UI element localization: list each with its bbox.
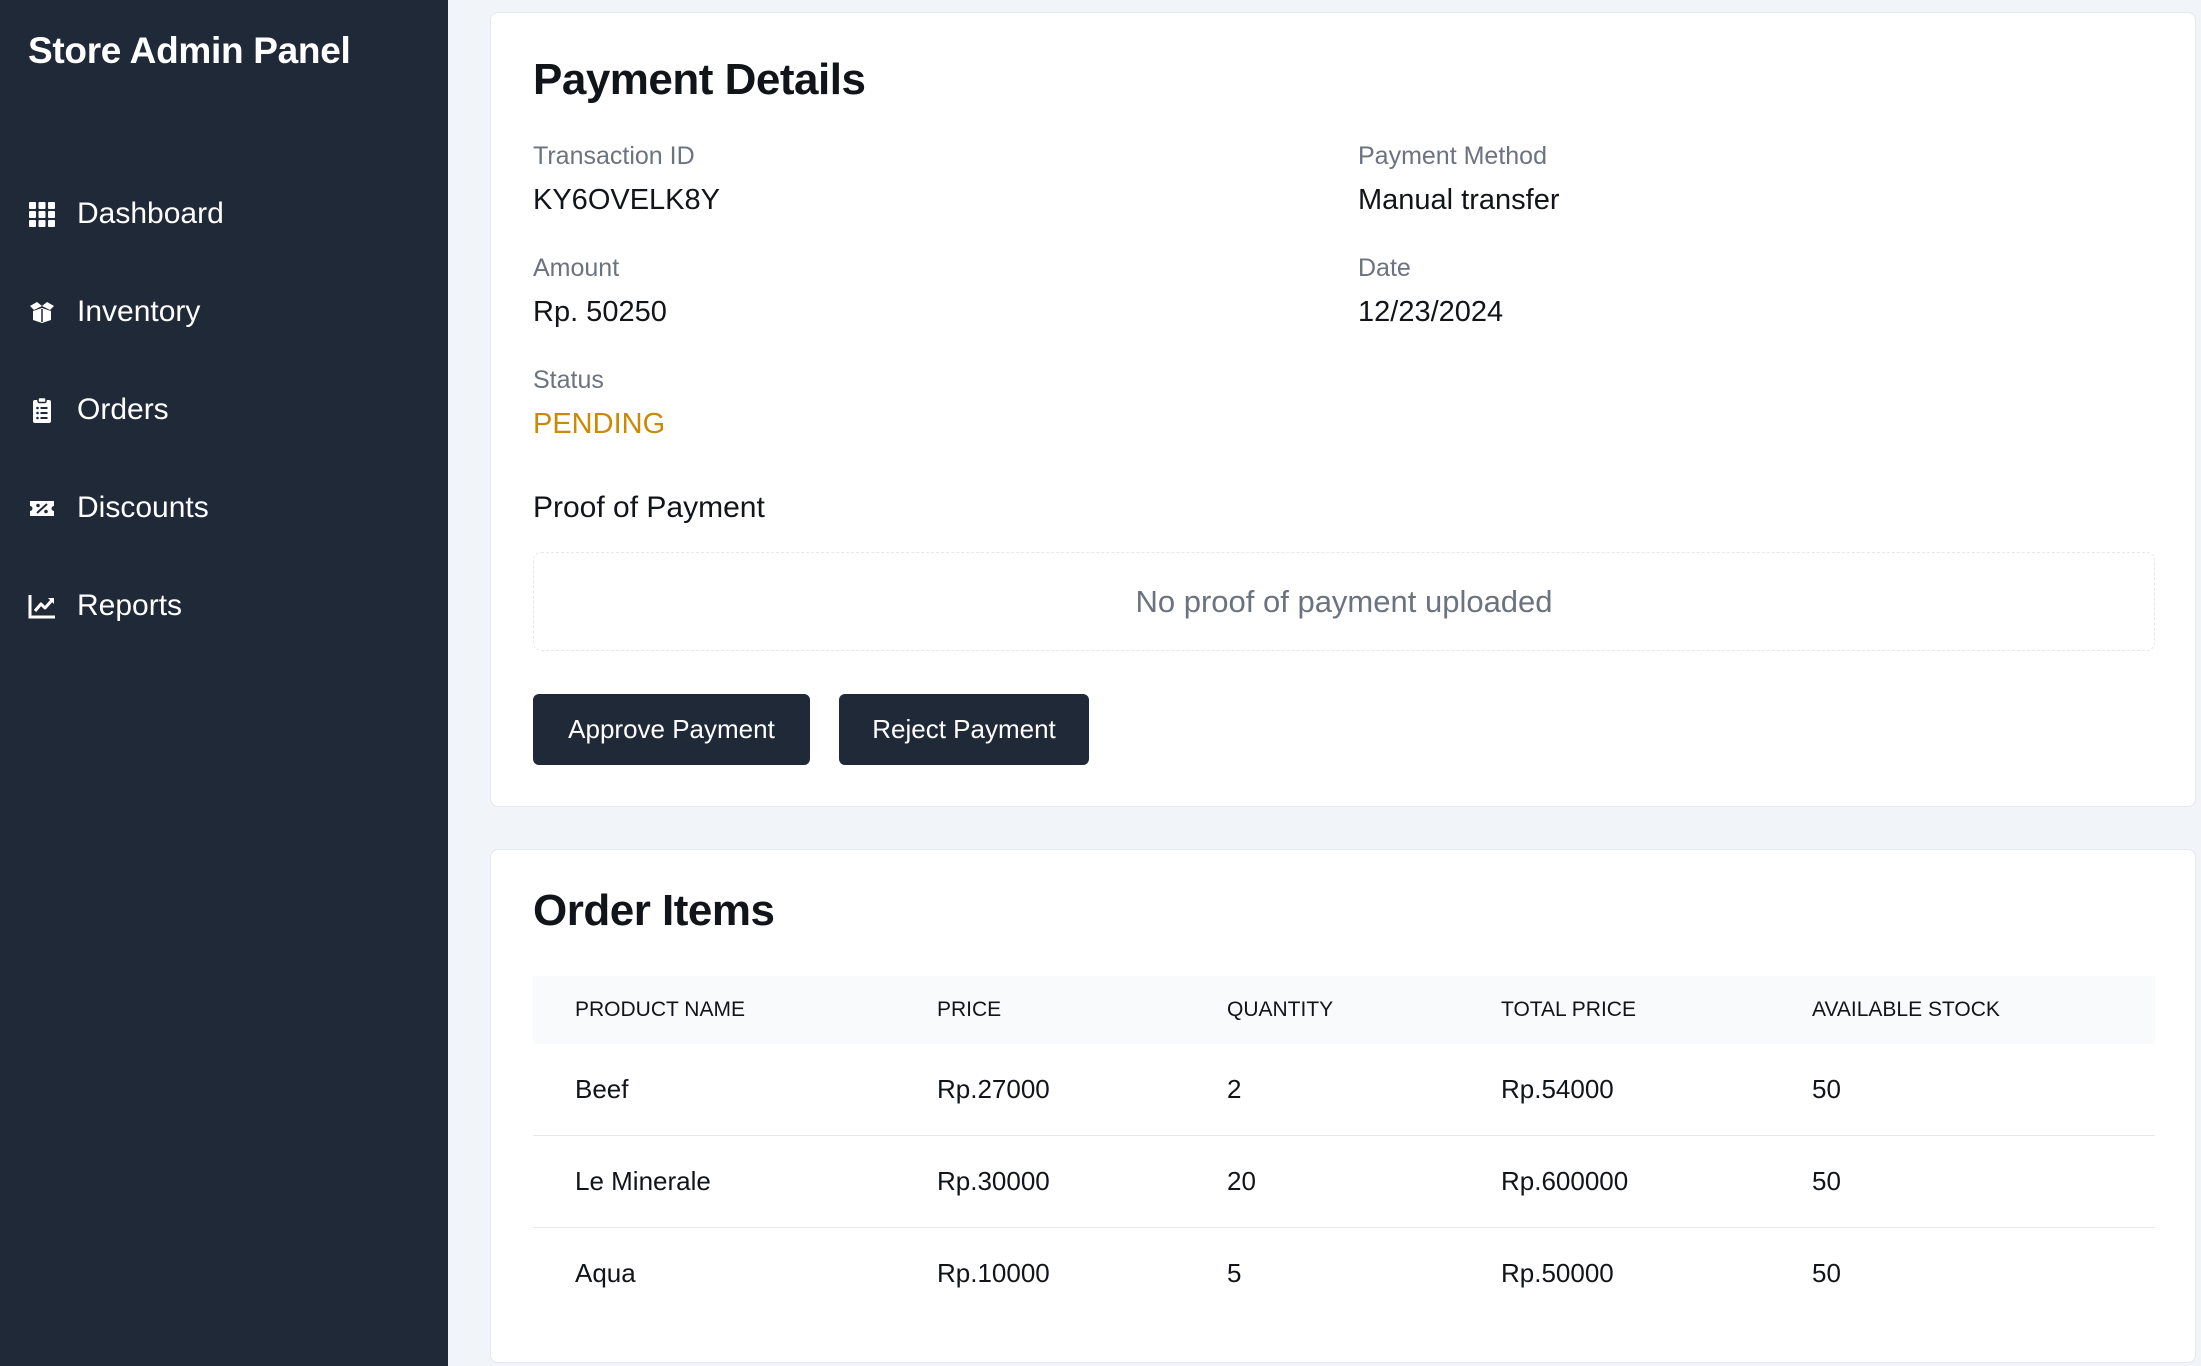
cell-total-price: Rp.600000 [1501, 1135, 1812, 1228]
cell-available-stock: 50 [1812, 1227, 2155, 1319]
status-badge: PENDING [533, 408, 666, 440]
transaction-id-value: KY6OVELK8Y [533, 184, 720, 216]
sidebar-item-label: Inventory [77, 295, 201, 328]
sidebar-item-inventory[interactable]: Inventory [0, 263, 448, 361]
sidebar-item-orders[interactable]: Orders [0, 361, 448, 459]
cell-product-name: Beef [575, 1074, 629, 1104]
table-header-row: Product Name Price Quantity Total Price … [533, 976, 2155, 1044]
cell-price: Rp.30000 [937, 1135, 1227, 1228]
payment-details-title: Payment Details [533, 55, 866, 104]
sidebar-item-label: Dashboard [77, 197, 224, 230]
sidebar-item-label: Reports [77, 589, 183, 622]
cell-price: Rp.27000 [937, 1074, 1050, 1104]
cell-quantity: 20 [1227, 1135, 1501, 1228]
cell-product-name: Le Minerale [533, 1135, 937, 1228]
sidebar-nav: Dashboard Inventory Orders Discounts Rep… [0, 165, 448, 655]
cell-price: Rp.10000 [937, 1227, 1227, 1319]
column-header-total-price: Total Price [1501, 998, 1636, 1021]
clipboard-list-icon [28, 396, 56, 424]
approve-payment-button[interactable]: Approve Payment [533, 694, 810, 765]
table-row: Aqua Rp.10000 5 Rp.50000 50 [533, 1227, 2155, 1319]
status-label: Status [533, 366, 604, 394]
cell-total-price: Rp.54000 [1501, 1074, 1614, 1104]
sidebar-item-discounts[interactable]: Discounts [0, 459, 448, 557]
payment-method-label: Payment Method [1358, 142, 1547, 170]
cell-available-stock: 50 [1812, 1135, 2155, 1228]
proof-of-payment-label: Proof of Payment [533, 491, 765, 524]
cell-total-price: Rp.50000 [1501, 1227, 1812, 1319]
column-header-price: Price [937, 998, 1002, 1021]
payment-details-card: Payment Details Transaction ID KY6OVELK8… [490, 12, 2196, 807]
transaction-id-label: Transaction ID [533, 142, 695, 170]
box-open-icon [28, 298, 56, 326]
column-header-available-stock: Available Stock [1812, 998, 2000, 1021]
reject-payment-button[interactable]: Reject Payment [839, 694, 1089, 765]
sidebar-item-reports[interactable]: Reports [0, 557, 448, 655]
payment-method-value: Manual transfer [1358, 184, 1560, 216]
brand-title: Store Admin Panel [28, 30, 351, 71]
order-items-table: Product Name Price Quantity Total Price … [533, 976, 2155, 1319]
proof-of-payment-box: No proof of payment uploaded [533, 552, 2155, 651]
order-items-title: Order Items [533, 886, 775, 935]
grid-icon [28, 200, 56, 228]
cell-available-stock: 50 [1812, 1074, 1841, 1104]
table-row: Le Minerale Rp.30000 20 Rp.600000 50 [533, 1135, 2155, 1228]
sidebar-item-dashboard[interactable]: Dashboard [0, 165, 448, 263]
sidebar-item-label: Discounts [77, 491, 209, 524]
cell-product-name: Aqua [533, 1227, 937, 1319]
ticket-percent-icon [28, 494, 56, 522]
table-row: Beef Rp.27000 2 Rp.54000 50 [533, 1044, 2155, 1136]
sidebar: Store Admin Panel Dashboard Inventory Or… [0, 0, 448, 1366]
date-value: 12/23/2024 [1358, 296, 1504, 328]
sidebar-item-label: Orders [77, 393, 169, 426]
amount-value: Rp. 50250 [533, 296, 667, 328]
proof-empty-message: No proof of payment uploaded [1135, 583, 1553, 619]
cell-quantity: 2 [1227, 1074, 1242, 1104]
column-header-product-name: Product Name [575, 998, 745, 1021]
date-label: Date [1358, 254, 1411, 282]
column-header-quantity: Quantity [1227, 998, 1334, 1021]
chart-line-icon [28, 592, 56, 620]
cell-quantity: 5 [1227, 1227, 1501, 1319]
amount-label: Amount [533, 254, 620, 282]
order-items-card: Order Items Product Name Price Quantity … [490, 849, 2196, 1363]
